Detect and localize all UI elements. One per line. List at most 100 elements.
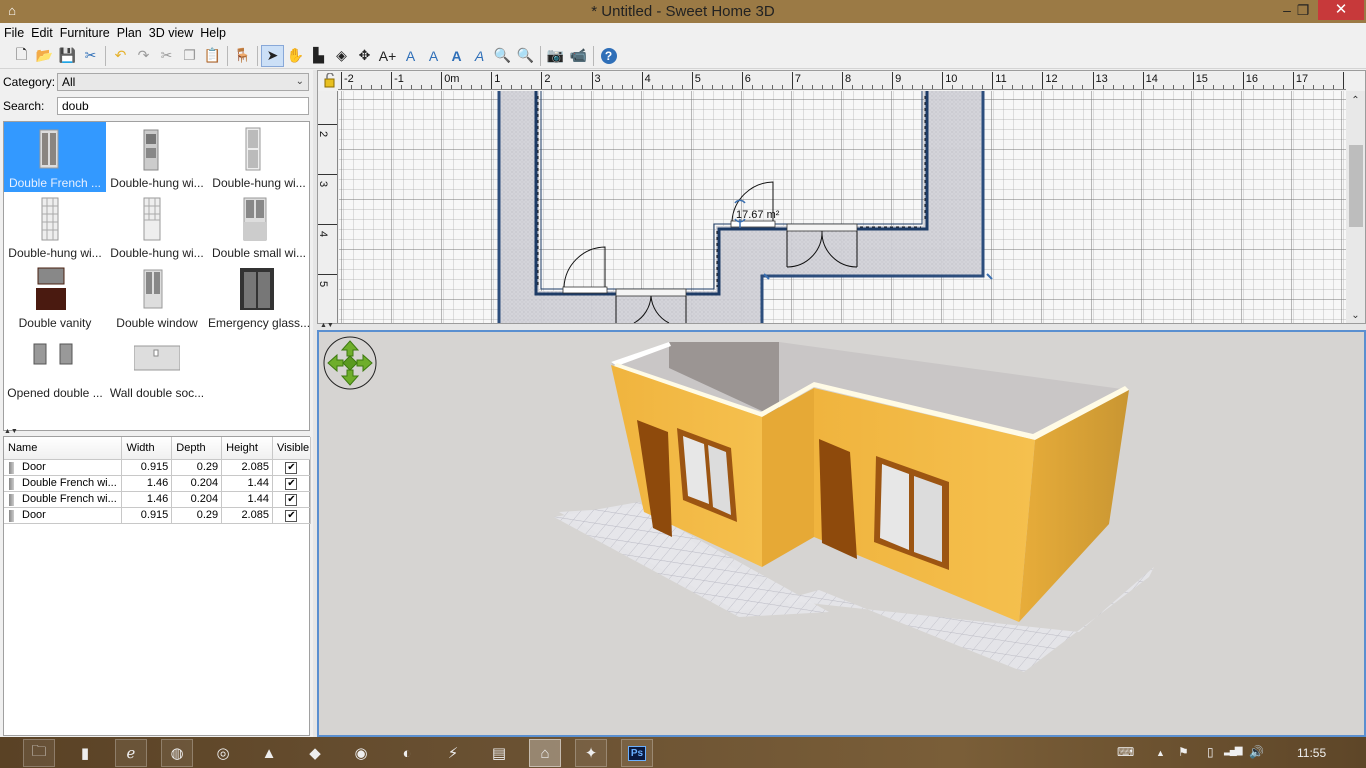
menu-furniture[interactable]: Furniture xyxy=(60,26,110,40)
column-name[interactable]: Name xyxy=(4,437,123,460)
volume-icon[interactable]: 🔊 xyxy=(1249,745,1264,759)
catalog-item[interactable]: Wall double soc... xyxy=(106,332,208,402)
flag-icon[interactable]: ⚑ xyxy=(1178,745,1189,759)
visible-checkbox[interactable]: ✔ xyxy=(285,477,298,490)
table-row[interactable]: Double French wi... 1.46 0.204 1.44 ✔ xyxy=(4,475,312,492)
scroll-thumb[interactable] xyxy=(1349,145,1363,227)
taskbar-photoshop[interactable]: Ps xyxy=(621,739,653,767)
column-height[interactable]: Height xyxy=(221,437,273,460)
copy-button[interactable]: ❐ xyxy=(178,45,201,67)
menu-3d-view[interactable]: 3D view xyxy=(149,26,193,40)
taskbar-winamp[interactable]: ◆ xyxy=(299,739,331,767)
clock[interactable]: 11:55 xyxy=(1297,746,1326,760)
zoom-in-button[interactable]: 🔍 xyxy=(491,45,514,67)
menu-file[interactable]: File xyxy=(4,26,24,40)
taskbar-internet-explorer[interactable]: ℯ xyxy=(115,739,147,767)
firefox-icon: ◍ xyxy=(170,745,184,762)
help-button[interactable]: ? xyxy=(597,45,620,67)
catalog-item[interactable]: Emergency glass... xyxy=(208,262,310,332)
decrease-text-size-button[interactable]: A xyxy=(422,45,445,67)
new-home-button[interactable]: 🗋 xyxy=(10,45,33,67)
table-row[interactable]: Double French wi... 1.46 0.204 1.44 ✔ xyxy=(4,491,312,508)
italic-text-button[interactable]: A xyxy=(468,45,491,67)
catalog-item[interactable]: Double French ... xyxy=(4,122,106,192)
room-area-label[interactable]: 17.67 m² xyxy=(736,209,779,221)
menu-help[interactable]: Help xyxy=(200,26,226,40)
center-diamond-icon[interactable] xyxy=(342,355,358,371)
catalog-item[interactable]: Double-hung wi... xyxy=(208,122,310,192)
taskbar-vlc[interactable]: ▲ xyxy=(253,739,285,767)
add-text-button[interactable]: A+ xyxy=(376,45,399,67)
create-dimensions-button[interactable]: ✥ xyxy=(353,45,376,67)
pan-mode-button[interactable]: ✋ xyxy=(284,45,307,67)
undo-button[interactable]: ↶ xyxy=(109,45,132,67)
scroll-down-icon[interactable]: ⌄ xyxy=(1346,310,1365,321)
signal-icon[interactable]: ▂▄▆ xyxy=(1224,745,1243,756)
plan-drawing[interactable] xyxy=(339,91,1346,323)
menu-edit[interactable]: Edit xyxy=(31,26,53,40)
plan-vertical-scrollbar[interactable]: ⌃ ⌄ xyxy=(1346,91,1365,323)
taskbar-notes-app[interactable]: ▮ xyxy=(69,739,101,767)
catalog-item[interactable]: Double-hung wi... xyxy=(106,122,208,192)
create-video-button[interactable]: 📹 xyxy=(567,45,590,67)
3d-navigation-arrows[interactable] xyxy=(323,336,378,391)
paste-button[interactable]: 📋 xyxy=(201,45,224,67)
arrow-down-icon[interactable] xyxy=(340,369,360,386)
3d-view[interactable] xyxy=(317,330,1366,737)
search-input[interactable] xyxy=(57,97,309,115)
bold-text-button[interactable]: A xyxy=(445,45,468,67)
create-walls-button[interactable]: ▙ xyxy=(307,45,330,67)
battery-icon[interactable]: ▯ xyxy=(1207,745,1214,759)
taskbar-sweet-home-3d[interactable]: ⌂ xyxy=(529,739,561,767)
visible-checkbox[interactable]: ✔ xyxy=(285,461,298,474)
redo-button[interactable]: ↷ xyxy=(132,45,155,67)
column-width[interactable]: Width xyxy=(121,437,173,460)
taskbar-file-explorer[interactable]: 🗀 xyxy=(23,739,55,767)
open-button[interactable]: 📂 xyxy=(33,45,56,67)
taskbar-ccleaner[interactable]: ◐ xyxy=(391,739,423,767)
3d-scene[interactable] xyxy=(319,332,1364,735)
taskbar-chrome[interactable]: ◎ xyxy=(207,739,239,767)
catalog-item[interactable]: Double-hung wi... xyxy=(4,192,106,262)
scroll-up-icon[interactable]: ⌃ xyxy=(1346,95,1365,106)
cut-button[interactable]: ✂ xyxy=(155,45,178,67)
table-row[interactable]: Door 0.915 0.29 2.085 ✔ xyxy=(4,507,312,524)
column-depth[interactable]: Depth xyxy=(171,437,223,460)
keyboard-icon[interactable]: ⌨ xyxy=(1117,745,1134,759)
visible-checkbox[interactable]: ✔ xyxy=(285,493,298,506)
menu-plan[interactable]: Plan xyxy=(117,26,142,40)
taskbar-acrobat[interactable]: ✦ xyxy=(575,739,607,767)
preferences-button[interactable]: ✂ xyxy=(79,45,102,67)
arrow-right-icon[interactable] xyxy=(356,353,373,373)
save-button[interactable]: 💾 xyxy=(56,45,79,67)
ruler-minor-tick xyxy=(1322,85,1324,89)
create-rooms-button[interactable]: ◈ xyxy=(330,45,353,67)
taskbar-thunder[interactable]: ⚡ xyxy=(437,739,469,767)
catalog-item[interactable]: Double small wi... xyxy=(208,192,310,262)
arrow-left-icon[interactable] xyxy=(327,353,344,373)
splitter-arrows-icon[interactable]: ▲▼ xyxy=(320,322,334,329)
visible-checkbox[interactable]: ✔ xyxy=(285,509,298,522)
select-mode-button[interactable]: ➤ xyxy=(261,44,284,67)
add-furniture-button[interactable]: 🪑 xyxy=(231,45,254,67)
create-photo-button[interactable]: 📷 xyxy=(544,45,567,67)
catalog-item[interactable]: Double-hung wi... xyxy=(106,192,208,262)
catalog-item[interactable]: Double vanity xyxy=(4,262,106,332)
taskbar-firefox[interactable]: ◍ xyxy=(161,739,193,767)
column-visible[interactable]: Visible xyxy=(272,437,312,460)
taskbar-system-monitor[interactable]: ▤ xyxy=(483,739,515,767)
lock-icon[interactable] xyxy=(320,72,336,89)
zoom-out-button[interactable]: 🔍 xyxy=(514,45,537,67)
category-select[interactable]: All ⌄ xyxy=(57,73,309,91)
splitter-arrows-icon[interactable]: ▲▼ xyxy=(4,428,18,435)
taskbar-download-manager[interactable]: ◉ xyxy=(345,739,377,767)
increase-text-size-button[interactable]: A xyxy=(399,45,422,67)
catalog-item[interactable]: Opened double ... xyxy=(4,332,106,402)
arrow-up-icon[interactable] xyxy=(340,340,360,357)
plan-canvas[interactable]: 17.67 m² xyxy=(339,91,1346,323)
restore-button[interactable]: ❐ xyxy=(1290,0,1316,20)
catalog-item[interactable]: Double window xyxy=(106,262,208,332)
table-row[interactable]: Door 0.915 0.29 2.085 ✔ xyxy=(4,459,312,476)
close-button[interactable]: ✕ xyxy=(1318,0,1364,20)
show-hidden-icons[interactable]: ▲ xyxy=(1156,748,1165,758)
